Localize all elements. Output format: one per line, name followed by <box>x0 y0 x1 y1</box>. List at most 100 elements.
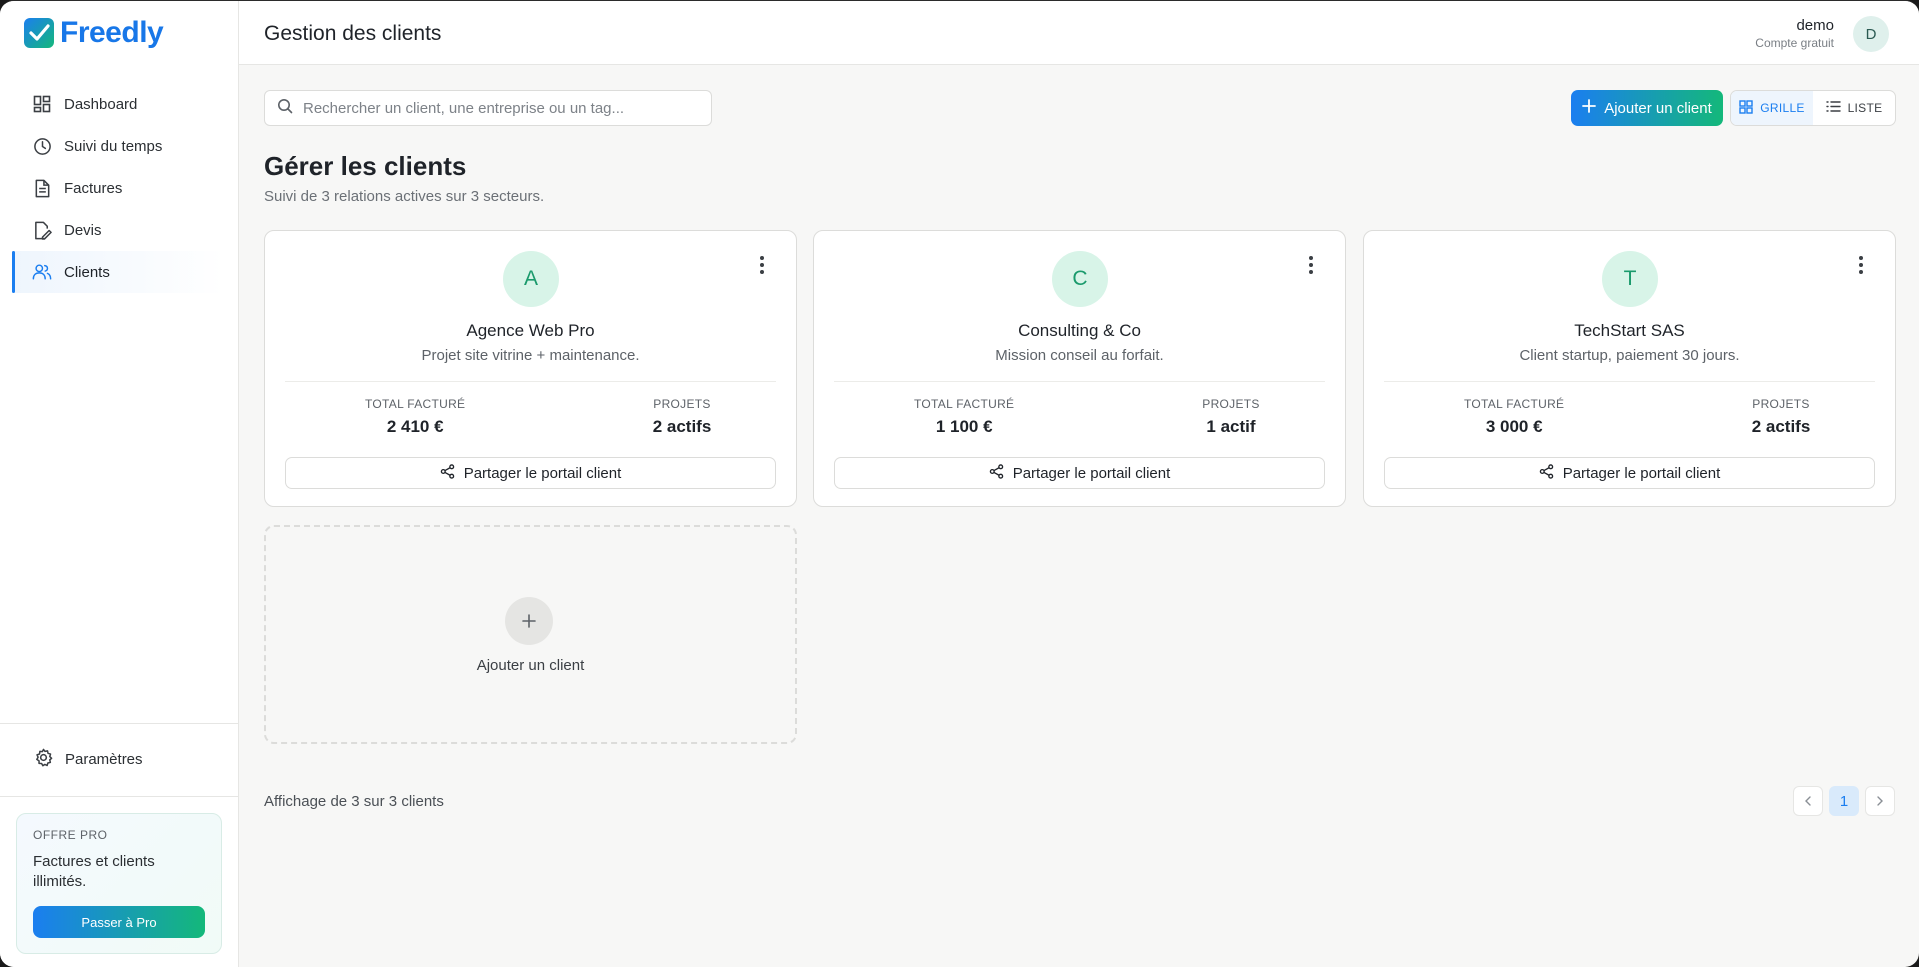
client-card[interactable]: T TechStart SAS Client startup, paiement… <box>1363 230 1896 507</box>
logo-check-icon <box>24 18 54 48</box>
users-icon <box>32 262 52 282</box>
plus-icon <box>1582 99 1597 117</box>
sidebar-nav: Dashboard Suivi du temps Factures Devis <box>12 83 224 293</box>
more-options-icon[interactable] <box>754 253 770 277</box>
stat-label: PROJETS <box>653 397 711 411</box>
prev-page-button[interactable] <box>1793 786 1823 816</box>
promo-text: Factures et clients illimités. <box>33 853 155 890</box>
view-list-button[interactable]: LISTE <box>1813 91 1895 125</box>
card-divider <box>285 381 776 382</box>
sidebar-item-label: Dashboard <box>64 95 138 113</box>
share-icon <box>1539 463 1554 483</box>
stat-value: 1 actif <box>1206 417 1256 436</box>
avatar[interactable]: D <box>1853 16 1889 52</box>
add-client-card[interactable]: Ajouter un client <box>264 525 797 744</box>
view-grid-label: GRILLE <box>1760 101 1805 115</box>
stat-projects: PROJETS 1 actif <box>1186 397 1276 437</box>
card-divider <box>834 381 1325 382</box>
add-client-label: Ajouter un client <box>1604 99 1712 117</box>
edit-document-icon <box>32 220 52 240</box>
upgrade-pro-button[interactable]: Passer à Pro <box>33 906 205 938</box>
view-list-label: LISTE <box>1847 101 1883 115</box>
client-avatar: T <box>1602 251 1658 307</box>
stat-value: 3 000 € <box>1485 417 1543 436</box>
search-icon <box>277 98 293 119</box>
settings-label: Paramètres <box>65 751 143 768</box>
share-icon <box>989 463 1004 483</box>
stat-label: PROJETS <box>1752 397 1810 411</box>
sidebar-divider <box>0 723 239 724</box>
client-description: Client startup, paiement 30 jours. <box>1519 347 1740 364</box>
client-name: TechStart SAS <box>1574 321 1685 340</box>
more-options-icon[interactable] <box>1853 253 1869 277</box>
sidebar: Freedly Dashboard Suivi du temps Facture… <box>0 1 239 967</box>
stat-billed: TOTAL FACTURÉ 1 100 € <box>914 397 1014 437</box>
add-client-button[interactable]: Ajouter un client <box>1571 90 1723 126</box>
sidebar-divider <box>0 796 239 797</box>
document-icon <box>32 178 52 198</box>
pagination: 1 <box>1793 786 1895 816</box>
view-toggle: GRILLE LISTE <box>1730 90 1896 126</box>
grid-icon <box>32 94 52 114</box>
pagination-info: Affichage de 3 sur 3 clients <box>264 793 444 810</box>
client-name: Agence Web Pro <box>466 321 595 340</box>
sidebar-item-label: Devis <box>64 221 102 239</box>
stat-value: 2 410 € <box>386 417 444 436</box>
share-icon <box>440 463 455 483</box>
brand-name: Freedly <box>60 16 164 49</box>
chevron-left-icon <box>1804 793 1812 810</box>
stat-projects: PROJETS 2 actifs <box>1736 397 1826 437</box>
sidebar-item-label: Suivi du temps <box>64 137 163 155</box>
grid-icon <box>1739 99 1753 117</box>
page-header-title: Gestion des clients <box>264 22 442 45</box>
stat-billed: TOTAL FACTURÉ 3 000 € <box>1464 397 1564 437</box>
stat-value: 1 100 € <box>935 417 993 436</box>
sidebar-item-invoices[interactable]: Factures <box>12 167 224 209</box>
sidebar-item-label: Factures <box>64 179 123 197</box>
stat-label: TOTAL FACTURÉ <box>1464 397 1565 411</box>
user-plan: Compte gratuit <box>1755 36 1834 50</box>
clock-icon <box>32 136 52 156</box>
more-options-icon[interactable] <box>1303 253 1319 277</box>
view-grid-button[interactable]: GRILLE <box>1731 91 1813 125</box>
client-description: Projet site vitrine + maintenance. <box>421 347 640 364</box>
client-avatar: C <box>1052 251 1108 307</box>
pro-offer-card: OFFRE PRO Factures et clients illimités.… <box>16 813 222 954</box>
share-portal-button[interactable]: Partager le portail client <box>285 457 776 489</box>
promo-kicker: OFFRE PRO <box>33 828 108 842</box>
stat-label: PROJETS <box>1202 397 1260 411</box>
sidebar-item-time-tracking[interactable]: Suivi du temps <box>12 125 224 167</box>
stat-billed: TOTAL FACTURÉ 2 410 € <box>365 397 465 437</box>
stat-projects: PROJETS 2 actifs <box>637 397 727 437</box>
stat-label: TOTAL FACTURÉ <box>914 397 1015 411</box>
share-portal-button[interactable]: Partager le portail client <box>1384 457 1875 489</box>
card-divider <box>1384 381 1875 382</box>
share-label: Partager le portail client <box>463 464 622 482</box>
list-icon <box>1825 100 1841 116</box>
stat-value: 2 actifs <box>652 417 712 436</box>
chevron-right-icon <box>1876 793 1884 810</box>
page-title: Gérer les clients <box>264 151 467 181</box>
share-label: Partager le portail client <box>1562 464 1721 482</box>
client-avatar: A <box>503 251 559 307</box>
share-portal-button[interactable]: Partager le portail client <box>834 457 1325 489</box>
page-number-button[interactable]: 1 <box>1829 786 1859 816</box>
user-name: demo <box>1796 17 1834 34</box>
sidebar-item-clients[interactable]: Clients <box>12 251 224 293</box>
client-name: Consulting & Co <box>1018 321 1141 340</box>
sidebar-item-quotes[interactable]: Devis <box>12 209 224 251</box>
client-card[interactable]: A Agence Web Pro Projet site vitrine + m… <box>264 230 797 507</box>
user-info[interactable]: demo Compte gratuit <box>1755 17 1834 50</box>
stat-value: 2 actifs <box>1751 417 1811 436</box>
page-subtitle: Suivi de 3 relations actives sur 3 secte… <box>264 188 545 205</box>
client-description: Mission conseil au forfait. <box>995 347 1164 364</box>
next-page-button[interactable] <box>1865 786 1895 816</box>
add-client-card-label: Ajouter un client <box>476 657 585 674</box>
logo[interactable]: Freedly <box>24 15 164 51</box>
sidebar-item-dashboard[interactable]: Dashboard <box>12 83 224 125</box>
client-card[interactable]: C Consulting & Co Mission conseil au for… <box>813 230 1346 507</box>
sidebar-item-settings[interactable]: Paramètres <box>34 748 143 771</box>
plus-icon <box>505 597 553 645</box>
search-input[interactable] <box>303 99 703 117</box>
share-label: Partager le portail client <box>1012 464 1171 482</box>
